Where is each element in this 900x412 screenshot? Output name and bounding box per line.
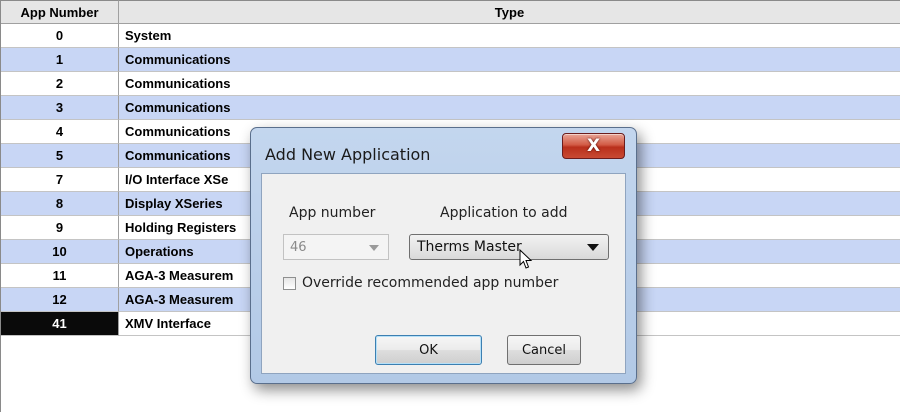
app-number-value: 46 — [290, 240, 307, 255]
type-cell[interactable]: System — [119, 24, 900, 48]
cancel-button[interactable]: Cancel — [507, 335, 581, 365]
ok-button[interactable]: OK — [375, 335, 482, 365]
app-number-cell[interactable]: 4 — [1, 120, 119, 144]
type-cell[interactable]: Communications — [119, 48, 900, 72]
application-select[interactable]: Therms Master — [409, 234, 609, 260]
app-number-cell[interactable]: 41 — [1, 312, 119, 336]
type-cell[interactable]: Communications — [119, 96, 900, 120]
app-number-cell[interactable]: 7 — [1, 168, 119, 192]
app-number-cell[interactable]: 0 — [1, 24, 119, 48]
table-row[interactable]: 0 System — [1, 24, 900, 48]
application-value: Therms Master — [417, 239, 522, 255]
table-row[interactable]: 2 Communications — [1, 72, 900, 96]
app-number-cell[interactable]: 8 — [1, 192, 119, 216]
app-number-select: 46 — [283, 234, 389, 260]
close-button[interactable]: X — [562, 133, 625, 159]
table-row[interactable]: 1 Communications — [1, 48, 900, 72]
app-number-cell[interactable]: 9 — [1, 216, 119, 240]
chevron-down-icon — [369, 245, 379, 251]
app-number-cell[interactable]: 5 — [1, 144, 119, 168]
override-option[interactable]: Override recommended app number — [283, 275, 558, 291]
app-number-label: App number — [289, 205, 376, 221]
table-header: App Number Type — [1, 0, 900, 24]
app-number-cell[interactable]: 3 — [1, 96, 119, 120]
table-row[interactable]: 3 Communications — [1, 96, 900, 120]
app-number-cell[interactable]: 12 — [1, 288, 119, 312]
app-number-cell[interactable]: 11 — [1, 264, 119, 288]
override-label[interactable]: Override recommended app number — [302, 275, 558, 291]
dialog-body: App number Application to add 46 Therms … — [261, 173, 626, 374]
app-number-cell[interactable]: 1 — [1, 48, 119, 72]
application-to-add-label: Application to add — [440, 205, 568, 221]
type-cell[interactable]: Communications — [119, 72, 900, 96]
header-app-number[interactable]: App Number — [1, 0, 119, 24]
chevron-down-icon[interactable] — [587, 244, 599, 251]
app-number-cell[interactable]: 10 — [1, 240, 119, 264]
add-new-application-dialog: Add New Application X App number Applica… — [250, 127, 637, 384]
close-icon: X — [586, 136, 601, 156]
mouse-pointer-icon — [519, 249, 533, 269]
override-checkbox[interactable] — [283, 276, 296, 290]
app-number-cell[interactable]: 2 — [1, 72, 119, 96]
dialog-title: Add New Application — [265, 145, 431, 164]
header-type[interactable]: Type — [119, 0, 900, 24]
